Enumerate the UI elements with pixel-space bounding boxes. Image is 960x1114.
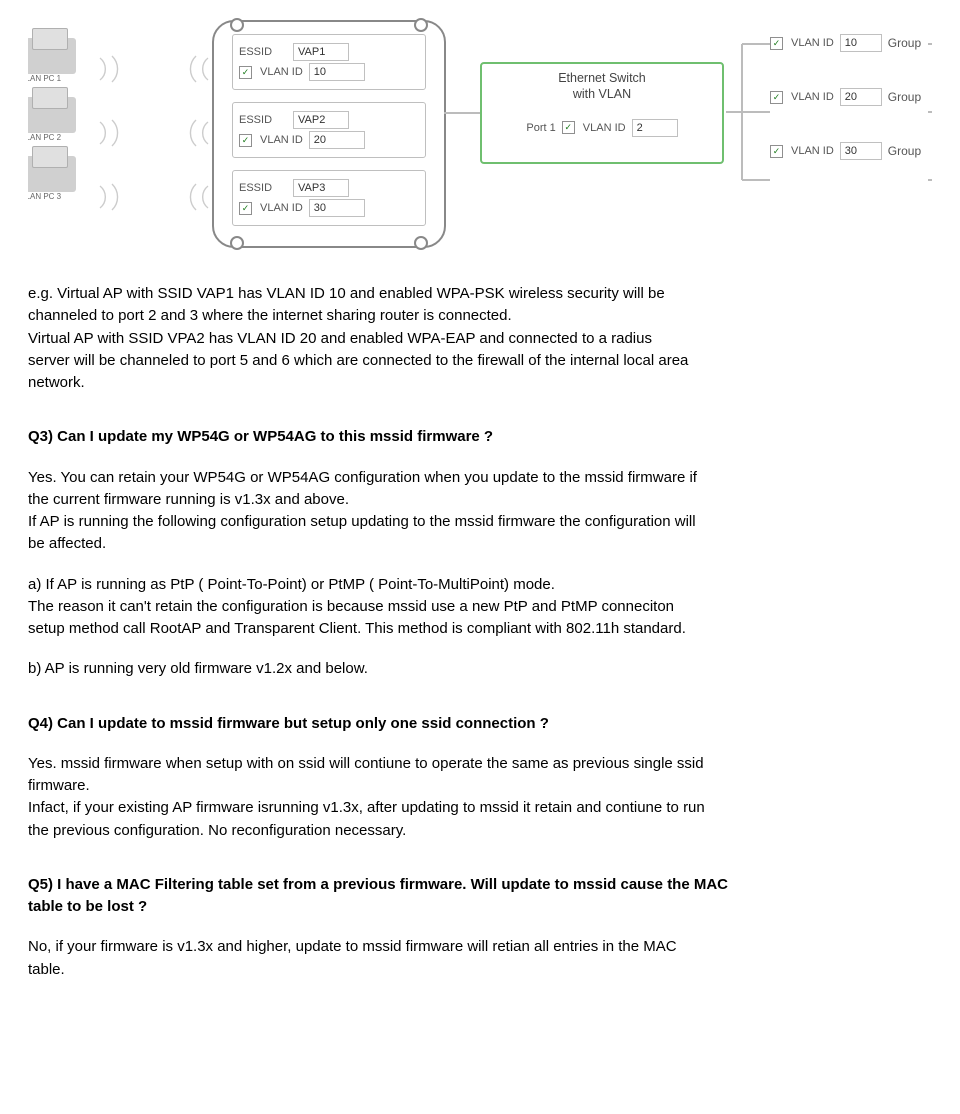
wireless-signal-icon — [94, 118, 214, 148]
branch-connector — [724, 30, 772, 216]
paragraph: Infact, if your existing AP firmware isr… — [28, 798, 932, 818]
group-label: Group — [888, 144, 921, 158]
vlan-id-value: 20 — [840, 88, 882, 106]
vlan-id-label: VLAN ID — [260, 202, 303, 214]
switch-title-line2: with VLAN — [482, 86, 722, 102]
paragraph: table. — [28, 960, 932, 980]
wlan-pc-column: WLAN PC 1 WLAN PC 2 WLAN PC 3 — [28, 38, 96, 215]
vlan-id-label: VLAN ID — [791, 91, 834, 103]
right-bracket — [926, 0, 932, 272]
paragraph: network. — [28, 373, 932, 393]
vlan-id-value: 20 — [309, 131, 365, 149]
vlan-group-30: ✓ VLAN ID 30 Group — [770, 142, 921, 160]
checkbox-icon: ✓ — [239, 202, 252, 215]
switch-title-line1: Ethernet Switch — [482, 70, 722, 86]
essid-label: ESSID — [239, 114, 287, 126]
wireless-signal-icon — [94, 182, 214, 212]
vlan-id-label: VLAN ID — [583, 122, 626, 134]
computer-icon — [28, 156, 76, 192]
essid-value: VAP2 — [293, 111, 349, 129]
checkbox-icon: ✓ — [239, 134, 252, 147]
computer-icon — [28, 38, 76, 74]
question-4-heading: Q4) Can I update to mssid firmware but s… — [28, 714, 932, 734]
group-label: Group — [888, 90, 921, 104]
paragraph: firmware. — [28, 776, 932, 796]
checkbox-icon: ✓ — [562, 121, 575, 134]
paragraph: Virtual AP with SSID VPA2 has VLAN ID 20… — [28, 329, 932, 349]
pc-label: WLAN PC 2 — [28, 133, 96, 142]
paragraph: server will be channeled to port 5 and 6… — [28, 351, 932, 371]
paragraph: a) If AP is running as PtP ( Point-To-Po… — [28, 575, 932, 595]
essid-label: ESSID — [239, 46, 287, 58]
paragraph: b) AP is running very old firmware v1.2x… — [28, 659, 932, 679]
checkbox-icon: ✓ — [770, 37, 783, 50]
group-label: Group — [888, 36, 921, 50]
vlan-id-label: VLAN ID — [791, 145, 834, 157]
paragraph: setup method call RootAP and Transparent… — [28, 619, 932, 639]
vlan-id-label: VLAN ID — [791, 37, 834, 49]
essid-label: ESSID — [239, 182, 287, 194]
ethernet-switch-box: Ethernet Switch with VLAN Port 1 ✓ VLAN … — [480, 62, 724, 164]
paragraph: No, if your firmware is v1.3x and higher… — [28, 937, 932, 957]
network-diagram: WLAN PC 1 WLAN PC 2 WLAN PC 3 — [28, 0, 932, 272]
port-label: Port 1 — [526, 122, 555, 134]
connector-line — [444, 112, 480, 114]
checkbox-icon: ✓ — [770, 145, 783, 158]
paragraph: Yes. You can retain your WP54G or WP54AG… — [28, 468, 932, 488]
paragraph: be affected. — [28, 534, 932, 554]
paragraph: the current firmware running is v1.3x an… — [28, 490, 932, 510]
essid-value: VAP3 — [293, 179, 349, 197]
wlan-pc-3: WLAN PC 3 — [28, 156, 96, 201]
vlan-id-label: VLAN ID — [260, 66, 303, 78]
vap-block-3: ESSID VAP3 ✓ VLAN ID 30 — [232, 170, 426, 226]
paragraph: The reason it can't retain the configura… — [28, 597, 932, 617]
vlan-group-10: ✓ VLAN ID 10 Group — [770, 34, 921, 52]
vlan-id-value: 10 — [840, 34, 882, 52]
paragraph: Yes. mssid firmware when setup with on s… — [28, 754, 932, 774]
vap-block-1: ESSID VAP1 ✓ VLAN ID 10 — [232, 34, 426, 90]
vlan-id-label: VLAN ID — [260, 134, 303, 146]
paragraph: e.g. Virtual AP with SSID VAP1 has VLAN … — [28, 284, 932, 304]
document-body: e.g. Virtual AP with SSID VAP1 has VLAN … — [28, 284, 932, 980]
question-5-heading-cont: table to be lost ? — [28, 897, 932, 917]
paragraph: If AP is running the following configura… — [28, 512, 932, 532]
vlan-groups-column: ✓ VLAN ID 10 Group ✓ VLAN ID 20 Group ✓ … — [770, 34, 921, 196]
paragraph: the previous configuration. No reconfigu… — [28, 821, 932, 841]
wlan-pc-1: WLAN PC 1 — [28, 38, 96, 83]
wlan-pc-2: WLAN PC 2 — [28, 97, 96, 142]
access-point-box: ESSID VAP1 ✓ VLAN ID 10 ESSID VAP2 ✓ VLA… — [212, 20, 446, 248]
vlan-id-value: 30 — [309, 199, 365, 217]
vlan-id-value: 30 — [840, 142, 882, 160]
question-3-heading: Q3) Can I update my WP54G or WP54AG to t… — [28, 427, 932, 447]
pc-label: WLAN PC 3 — [28, 192, 96, 201]
vap-block-2: ESSID VAP2 ✓ VLAN ID 20 — [232, 102, 426, 158]
checkbox-icon: ✓ — [770, 91, 783, 104]
pc-label: WLAN PC 1 — [28, 74, 96, 83]
question-5-heading: Q5) I have a MAC Filtering table set fro… — [28, 875, 932, 895]
vlan-id-value: 2 — [632, 119, 678, 137]
paragraph: channeled to port 2 and 3 where the inte… — [28, 306, 932, 326]
wireless-signal-icon — [94, 54, 214, 84]
checkbox-icon: ✓ — [239, 66, 252, 79]
vlan-group-20: ✓ VLAN ID 20 Group — [770, 88, 921, 106]
essid-value: VAP1 — [293, 43, 349, 61]
computer-icon — [28, 97, 76, 133]
vlan-id-value: 10 — [309, 63, 365, 81]
